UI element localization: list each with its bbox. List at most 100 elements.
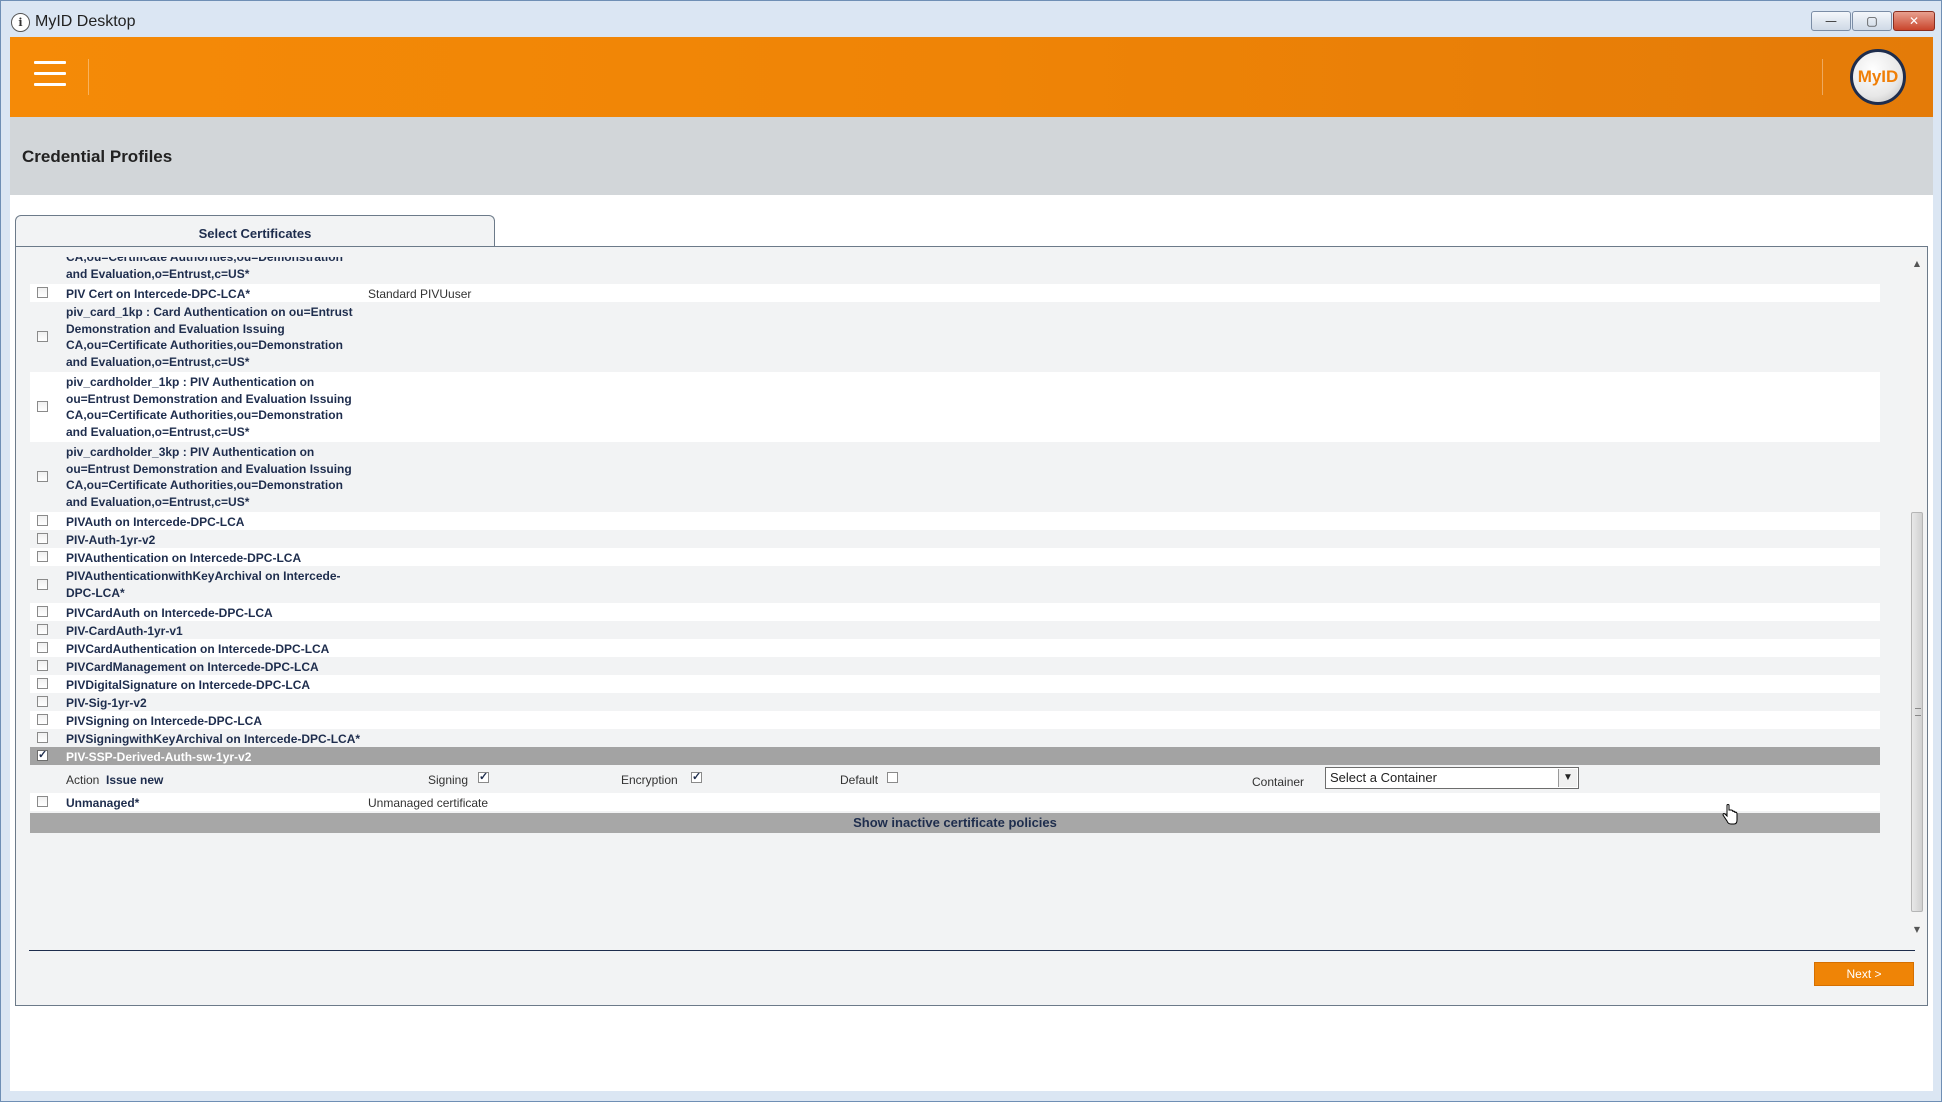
- certificate-checkbox[interactable]: [37, 748, 48, 761]
- scroll-up-icon[interactable]: ▲: [1910, 257, 1924, 271]
- certificate-name-line: and Evaluation,o=Entrust,c=US*: [66, 354, 250, 369]
- certificate-row[interactable]: piv_card_1kp : Card Authentication on ou…: [30, 302, 1880, 372]
- maximize-button[interactable]: ▢: [1852, 11, 1892, 31]
- certificate-row[interactable]: PIVAuth on Intercede-DPC-LCA: [30, 512, 1880, 530]
- minimize-button[interactable]: —: [1811, 11, 1851, 31]
- action-value: Issue new: [106, 773, 164, 787]
- encryption-checkbox[interactable]: [691, 770, 702, 783]
- certificate-name: PIVDigitalSignature on Intercede-DPC-LCA: [66, 677, 366, 694]
- certificate-name: piv_cardholder_3kp : PIV Authentication …: [66, 444, 366, 510]
- certificate-name-line: CA,ou=Certificate Authorities,ou=Demonst…: [66, 478, 343, 492]
- certificate-name-line: and Evaluation,o=Entrust,c=US*: [66, 266, 250, 281]
- certificate-checkbox[interactable]: [37, 515, 48, 526]
- close-button[interactable]: ✕: [1893, 11, 1935, 31]
- myid-logo: MyID: [1850, 49, 1906, 105]
- certificate-name-line: CA,ou=Certificate Authorities,ou=Demonst…: [66, 338, 343, 352]
- next-button[interactable]: Next >: [1814, 962, 1914, 986]
- certificate-name: PIV-Auth-1yr-v2: [66, 532, 366, 549]
- certificate-name: PIV Cert on Intercede-DPC-LCA*: [66, 286, 366, 303]
- certificate-checkbox[interactable]: [37, 624, 48, 635]
- certificate-name: PIV-CardAuth-1yr-v1: [66, 623, 366, 640]
- certificate-row-unmanaged[interactable]: Unmanaged* Unmanaged certificate: [30, 793, 1880, 811]
- certificate-checkbox[interactable]: [37, 678, 48, 689]
- certificate-name-line: PIVSigning on Intercede-DPC-LCA: [66, 714, 263, 728]
- certificate-name-line: piv_card_1kp : Card Authentication on ou…: [66, 305, 353, 319]
- certificate-row[interactable]: PIVDigitalSignature on Intercede-DPC-LCA: [30, 675, 1880, 693]
- encryption-label: Encryption: [621, 773, 678, 787]
- title-bar: i MyID Desktop — ▢ ✕: [1, 1, 1941, 37]
- unmanaged-checkbox[interactable]: [37, 796, 48, 807]
- certificate-row[interactable]: PIV Cert on Intercede-DPC-LCA* Standard P…: [30, 284, 1880, 302]
- certificate-row[interactable]: CA,ou=Certificate Authorities,ou=Demonst…: [30, 257, 1880, 284]
- scrollbar-thumb[interactable]: [1911, 512, 1923, 912]
- certificate-name-line: ou=Entrust Demonstration and Evaluation …: [66, 461, 352, 476]
- chevron-down-icon[interactable]: ▼: [1558, 769, 1577, 787]
- certificate-row[interactable]: PIVAuthentication on Intercede-DPC-LCA: [30, 548, 1880, 566]
- certificate-checkbox[interactable]: [37, 287, 48, 298]
- app-window: i MyID Desktop — ▢ ✕ MyID Credential Pro…: [0, 0, 1942, 1102]
- hand-cursor-icon: [1722, 804, 1738, 825]
- certificate-row[interactable]: PIVAuthenticationwithKeyArchival on Inte…: [30, 566, 1880, 603]
- scroll-down-icon[interactable]: ▼: [1910, 923, 1924, 937]
- certificate-checkbox[interactable]: [37, 551, 48, 562]
- certificate-row[interactable]: PIVCardManagement on Intercede-DPC-LCA: [30, 657, 1880, 675]
- certificate-checkbox[interactable]: [37, 696, 48, 707]
- certificate-row[interactable]: PIV-CardAuth-1yr-v1: [30, 621, 1880, 639]
- certificate-row[interactable]: PIVCardAuthentication on Intercede-DPC-L…: [30, 639, 1880, 657]
- certificate-name: PIVCardAuth on Intercede-DPC-LCA: [66, 605, 366, 622]
- certificate-checkbox[interactable]: [37, 401, 48, 412]
- certificate-checkbox[interactable]: [37, 642, 48, 653]
- certificate-name-line: PIVCardManagement on Intercede-DPC-LCA: [66, 660, 319, 674]
- certificate-checkbox[interactable]: [37, 714, 48, 725]
- certificate-name-line: CA,ou=Certificate Authorities,ou=Demonst…: [66, 408, 343, 422]
- certificate-name-line: DPC-LCA*: [66, 585, 125, 600]
- certificate-name: PIVCardManagement on Intercede-DPC-LCA: [66, 659, 366, 676]
- certificate-name-line: PIVAuthenticationwithKeyArchival on Inte…: [66, 569, 341, 583]
- certificate-row[interactable]: PIV-SSP-Derived-Auth-sw-1yr-v2: [30, 747, 1880, 765]
- tab-select-certificates[interactable]: Select Certificates: [15, 215, 495, 248]
- signing-checkbox[interactable]: [478, 770, 489, 783]
- certificate-row[interactable]: PIV-Sig-1yr-v2: [30, 693, 1880, 711]
- certificate-list-scroll[interactable]: CA,ou=Certificate Authorities,ou=Demonst…: [30, 257, 1904, 937]
- certificate-name-line: PIV-CardAuth-1yr-v1: [66, 624, 183, 638]
- close-icon: ✕: [1908, 14, 1920, 28]
- maximize-icon: ▢: [1866, 14, 1878, 28]
- hamburger-icon[interactable]: [34, 61, 66, 89]
- certificate-checkbox[interactable]: [37, 471, 48, 482]
- certificate-row[interactable]: PIVSigning on Intercede-DPC-LCA: [30, 711, 1880, 729]
- certificate-name-line: PIVCardAuthentication on Intercede-DPC-L…: [66, 642, 330, 656]
- certificate-checkbox[interactable]: [37, 579, 48, 590]
- certificate-row[interactable]: PIV-Auth-1yr-v2: [30, 530, 1880, 548]
- container-select[interactable]: Select a Container ▼: [1325, 767, 1579, 789]
- certificate-name-line: PIV-Sig-1yr-v2: [66, 696, 147, 710]
- certificate-name-line: PIVAuthentication on Intercede-DPC-LCA: [66, 551, 302, 565]
- default-label: Default: [840, 773, 879, 787]
- page-title: Credential Profiles: [22, 147, 173, 166]
- certificate-name: PIVSigning on Intercede-DPC-LCA: [66, 713, 366, 730]
- app-header: MyID: [10, 37, 1933, 117]
- certificate-name-line: Demonstration and Evaluation Issuing: [66, 321, 285, 336]
- certificate-name-line: piv_cardholder_3kp : PIV Authentication …: [66, 445, 315, 459]
- certificate-row[interactable]: piv_cardholder_1kp : PIV Authentication …: [30, 372, 1880, 442]
- container-select-value: Select a Container: [1330, 770, 1437, 785]
- certificate-name-line: PIV-SSP-Derived-Auth-sw-1yr-v2: [66, 750, 252, 764]
- certificate-list: CA,ou=Certificate Authorities,ou=Demonst…: [30, 257, 1880, 833]
- vertical-scrollbar[interactable]: ▲ ▼: [1910, 257, 1924, 937]
- certificate-name: CA,ou=Certificate Authorities,ou=Demonst…: [66, 257, 366, 282]
- certificate-checkbox[interactable]: [37, 732, 48, 743]
- certificate-checkbox[interactable]: [37, 331, 48, 342]
- certificate-checkbox[interactable]: [37, 660, 48, 671]
- certificate-name: piv_card_1kp : Card Authentication on ou…: [66, 304, 366, 370]
- scrollbar-grip-icon: [1915, 708, 1921, 716]
- certificate-row[interactable]: piv_cardholder_3kp : PIV Authentication …: [30, 442, 1880, 512]
- default-checkbox[interactable]: [887, 772, 898, 783]
- certificate-row[interactable]: PIVCardAuth on Intercede-DPC-LCA: [30, 603, 1880, 621]
- certificate-name-line: CA,ou=Certificate Authorities,ou=Demonst…: [66, 257, 343, 264]
- certificate-checkbox[interactable]: [37, 533, 48, 544]
- certificate-name-line: PIVAuth on Intercede-DPC-LCA: [66, 515, 245, 529]
- certificate-name: PIVAuthentication on Intercede-DPC-LCA: [66, 550, 366, 567]
- certificate-row[interactable]: PIVSigningwithKeyArchival on Intercede-D…: [30, 729, 1880, 747]
- certificate-checkbox[interactable]: [37, 606, 48, 617]
- show-inactive-policies-button[interactable]: Show inactive certificate policies: [30, 813, 1880, 833]
- header-divider-left: [88, 59, 89, 95]
